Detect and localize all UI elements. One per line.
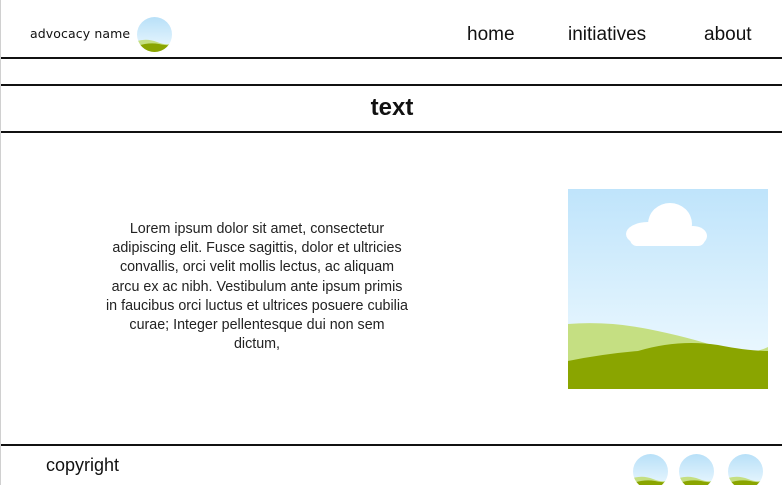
- social-icon-2[interactable]: [679, 454, 714, 485]
- nav-home[interactable]: home: [467, 24, 515, 46]
- nav-about[interactable]: about: [704, 24, 752, 46]
- site-header: advocacy name home initiatives about: [1, 0, 782, 58]
- social-icon-3[interactable]: [728, 454, 763, 485]
- nav-initiatives[interactable]: initiatives: [568, 24, 646, 46]
- header-divider: [1, 57, 782, 59]
- heading-divider-top: [1, 84, 782, 86]
- footer-divider: [1, 444, 782, 446]
- page-heading: text: [370, 94, 414, 121]
- landscape-image-icon: [568, 189, 768, 389]
- social-icon-1[interactable]: [633, 454, 668, 485]
- logo-icon[interactable]: [137, 17, 172, 52]
- brand-name[interactable]: advocacy name: [30, 26, 130, 41]
- body-paragraph: Lorem ipsum dolor sit amet, consectetur …: [106, 221, 408, 353]
- copyright-text: copyright: [46, 455, 120, 475]
- heading-divider-bottom: [1, 131, 782, 133]
- page: advocacy name home initiatives about tex…: [0, 0, 782, 485]
